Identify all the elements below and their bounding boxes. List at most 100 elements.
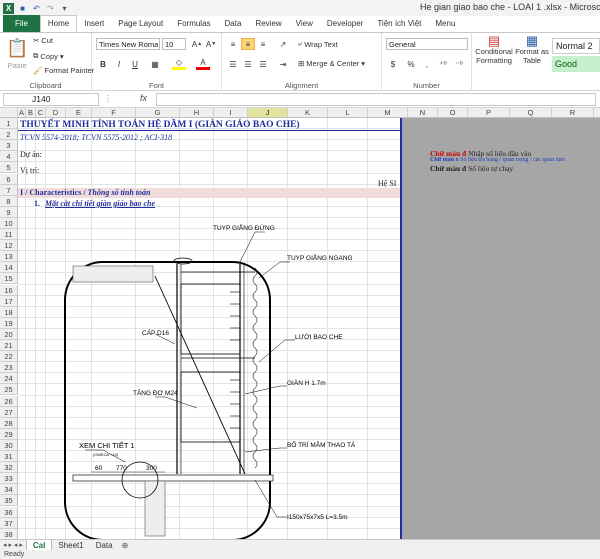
tab-view[interactable]: View <box>289 16 320 32</box>
sheet-nav-icon[interactable]: ◂ ▸ ◂ ▸ <box>0 541 26 549</box>
row-header-21[interactable]: 21 <box>0 340 18 352</box>
column-header-r[interactable]: R <box>552 108 594 118</box>
row-header-37[interactable]: 37 <box>0 517 18 529</box>
column-header-s[interactable]: S <box>594 108 600 118</box>
scaffold-section-drawing[interactable]: TUYP GIẰNG ĐỨNG TUYP GIẰNG NGANG LƯỚI BA… <box>55 212 355 539</box>
tab-tien-ich-viet[interactable]: Tiện ích Việt <box>370 16 428 32</box>
row-header-3[interactable]: 3 <box>0 140 18 152</box>
column-header-h[interactable]: H <box>180 108 214 118</box>
row-header-2[interactable]: 2 <box>0 129 18 141</box>
style-good[interactable]: Good <box>552 56 600 72</box>
underline-button[interactable]: U <box>128 58 142 70</box>
tab-formulas[interactable]: Formulas <box>170 16 217 32</box>
row-header-12[interactable]: 12 <box>0 240 18 252</box>
style-normal-2[interactable]: Normal 2 <box>552 38 600 54</box>
row-header-16[interactable]: 16 <box>0 284 18 296</box>
formula-input[interactable] <box>156 93 596 106</box>
tab-insert[interactable]: Insert <box>77 16 111 32</box>
column-header-d[interactable]: D <box>46 108 66 118</box>
row-header-17[interactable]: 17 <box>0 295 18 307</box>
row-header-23[interactable]: 23 <box>0 362 18 374</box>
row-header-33[interactable]: 33 <box>0 473 18 485</box>
column-header-p[interactable]: P <box>468 108 510 118</box>
worksheet-grid[interactable]: ABCDEFGHIJKLMNOPQRS123456789101112131415… <box>0 108 600 539</box>
sheet-tab-cal[interactable]: Cal <box>25 539 53 551</box>
row-header-10[interactable]: 10 <box>0 217 18 229</box>
row-header-15[interactable]: 15 <box>0 273 18 285</box>
align-top-icon[interactable]: ≡ <box>226 38 240 50</box>
column-header-q[interactable]: Q <box>510 108 552 118</box>
row-header-1[interactable]: 1 <box>0 118 18 130</box>
name-box[interactable]: J140 <box>3 93 99 106</box>
row-header-35[interactable]: 35 <box>0 495 18 507</box>
row-header-20[interactable]: 20 <box>0 328 18 340</box>
row-header-7[interactable]: 7 <box>0 184 18 196</box>
row-header-36[interactable]: 36 <box>0 506 18 518</box>
row-header-11[interactable]: 11 <box>0 229 18 241</box>
tab-developer[interactable]: Developer <box>320 16 370 32</box>
align-middle-icon[interactable]: ≡ <box>241 38 255 50</box>
row-header-27[interactable]: 27 <box>0 406 18 418</box>
comma-icon[interactable]: , <box>420 58 434 70</box>
font-size-select[interactable]: 10 <box>162 38 186 50</box>
column-header-c[interactable]: C <box>36 108 46 118</box>
column-header-i[interactable]: I <box>214 108 248 118</box>
format-painter-button[interactable]: 🖌 Format Painter <box>33 66 94 75</box>
row-header-4[interactable]: 4 <box>0 151 18 163</box>
new-sheet-icon[interactable]: ⊕ <box>119 541 132 550</box>
column-header-e[interactable]: E <box>66 108 92 118</box>
row-header-34[interactable]: 34 <box>0 484 18 496</box>
row-header-9[interactable]: 9 <box>0 206 18 218</box>
row-header-14[interactable]: 14 <box>0 262 18 274</box>
column-header-m[interactable]: M <box>368 108 408 118</box>
sheet-tab-sheet1[interactable]: Sheet1 <box>52 540 89 551</box>
percent-icon[interactable]: % <box>404 58 418 70</box>
row-header-22[interactable]: 22 <box>0 351 18 363</box>
row-header-26[interactable]: 26 <box>0 395 18 407</box>
grow-font-icon[interactable]: A ▲ <box>190 38 204 50</box>
row-header-8[interactable]: 8 <box>0 195 18 207</box>
italic-button[interactable]: I <box>112 58 126 70</box>
align-bottom-icon[interactable]: ≡ <box>256 38 270 50</box>
tab-home[interactable]: Home <box>39 15 78 32</box>
row-header-13[interactable]: 13 <box>0 251 18 263</box>
shrink-font-icon[interactable]: A ▼ <box>204 38 218 50</box>
paste-button[interactable]: 📋 Paste <box>6 38 28 70</box>
row-header-28[interactable]: 28 <box>0 417 18 429</box>
column-header-f[interactable]: F <box>92 108 136 118</box>
column-header-o[interactable]: O <box>438 108 468 118</box>
row-header-6[interactable]: 6 <box>0 173 18 185</box>
column-header-a[interactable]: A <box>18 108 26 118</box>
align-left-icon[interactable]: ☰ <box>226 58 240 70</box>
column-header-j[interactable]: J <box>248 108 288 118</box>
row-header-30[interactable]: 30 <box>0 439 18 451</box>
redo-icon[interactable]: ↷ <box>45 3 56 14</box>
row-header-5[interactable]: 5 <box>0 162 18 174</box>
save-icon[interactable]: ■ <box>17 3 28 14</box>
borders-icon[interactable]: ▦ <box>148 58 162 70</box>
align-right-icon[interactable]: ☰ <box>256 58 270 70</box>
tab-file[interactable]: File <box>3 15 40 32</box>
undo-icon[interactable]: ↶ <box>31 3 42 14</box>
row-header-25[interactable]: 25 <box>0 384 18 396</box>
select-all-corner[interactable] <box>0 108 18 118</box>
decrease-decimal-icon[interactable]: ⁻⁰ <box>452 58 466 70</box>
customize-qat-icon[interactable]: ▾ <box>59 3 70 14</box>
row-header-32[interactable]: 32 <box>0 462 18 474</box>
column-header-g[interactable]: G <box>136 108 180 118</box>
column-header-b[interactable]: B <box>26 108 36 118</box>
row-header-19[interactable]: 19 <box>0 317 18 329</box>
indent-icon[interactable]: ⇥ <box>276 58 290 70</box>
tab-menu[interactable]: Menu <box>428 16 462 32</box>
sheet-tab-data[interactable]: Data <box>90 540 119 551</box>
tab-data[interactable]: Data <box>218 16 249 32</box>
currency-icon[interactable]: $ <box>386 58 400 70</box>
merge-center-button[interactable]: ⊞ Merge & Center ▾ <box>298 59 365 68</box>
insert-function-icon[interactable]: fx <box>140 93 147 103</box>
column-header-k[interactable]: K <box>288 108 328 118</box>
orientation-icon[interactable]: ↗ <box>276 38 290 50</box>
increase-decimal-icon[interactable]: ⁺⁰ <box>436 58 450 70</box>
align-center-icon[interactable]: ☰ <box>241 58 255 70</box>
bold-button[interactable]: B <box>96 58 110 70</box>
column-header-l[interactable]: L <box>328 108 368 118</box>
